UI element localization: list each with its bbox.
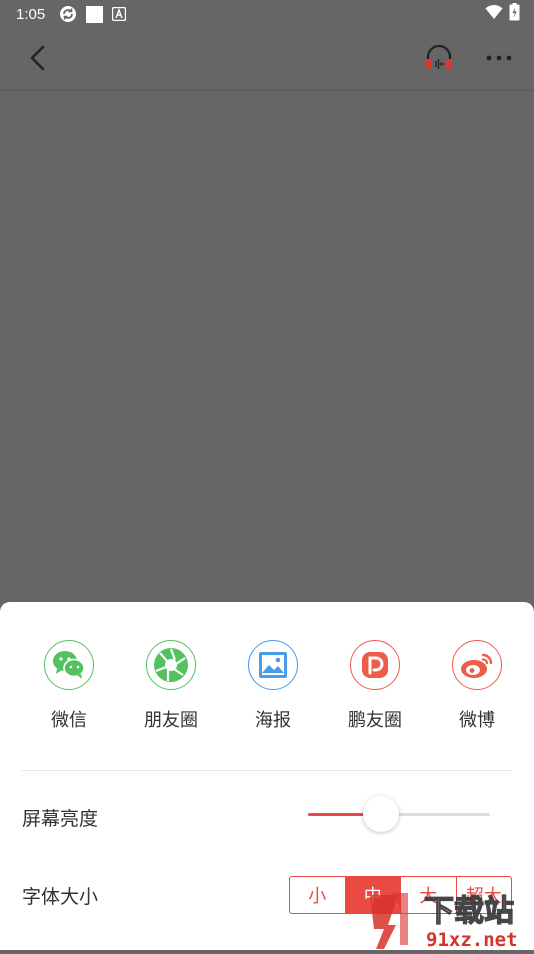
share-label: 海报: [255, 710, 291, 731]
brightness-slider[interactable]: [308, 796, 490, 832]
watermark-logo: 下载站 91xz.net: [364, 885, 534, 951]
weibo-icon: [452, 640, 502, 690]
share-weibo[interactable]: 微博: [426, 640, 528, 740]
brightness-label: 屏幕亮度: [22, 808, 99, 830]
share-label: 微信: [51, 710, 87, 731]
sync-icon: [59, 5, 77, 23]
divider: [22, 770, 512, 771]
top-toolbar: [0, 28, 534, 91]
headphones-icon[interactable]: [422, 42, 456, 74]
pengyouquan-icon: [350, 640, 400, 690]
slider-fill: [308, 813, 365, 816]
share-label: 微博: [459, 710, 495, 731]
share-poster[interactable]: 海报: [222, 640, 324, 740]
keyboard-a-icon: [112, 7, 127, 21]
share-label: 朋友圈: [144, 710, 198, 731]
wechat-icon: [44, 640, 94, 690]
watermark-bottom-text: 91xz.net: [426, 929, 518, 950]
share-pengyouquan[interactable]: 鹏友圈: [324, 640, 426, 740]
status-bar: 1:05: [0, 0, 534, 28]
dim-overlay[interactable]: [0, 91, 534, 602]
font-size-small[interactable]: 小: [290, 877, 345, 913]
poster-icon: [248, 640, 298, 690]
moments-icon: [146, 640, 196, 690]
battery-charging-icon: [509, 3, 520, 25]
share-row: 微信 朋友圈 海报 鹏友圈 微博: [18, 640, 528, 740]
back-arrow-icon[interactable]: [22, 42, 54, 74]
watermark-top-text: 下载站: [424, 894, 514, 929]
font-size-label: 字体大小: [22, 886, 99, 908]
more-dots-icon[interactable]: [482, 42, 516, 74]
slider-thumb[interactable]: [362, 796, 399, 832]
white-square-icon: [86, 5, 104, 23]
status-time: 1:05: [16, 5, 46, 23]
share-moments[interactable]: 朋友圈: [120, 640, 222, 740]
share-label: 鹏友圈: [348, 710, 402, 731]
share-wechat[interactable]: 微信: [18, 640, 120, 740]
wifi-icon: [485, 4, 503, 24]
